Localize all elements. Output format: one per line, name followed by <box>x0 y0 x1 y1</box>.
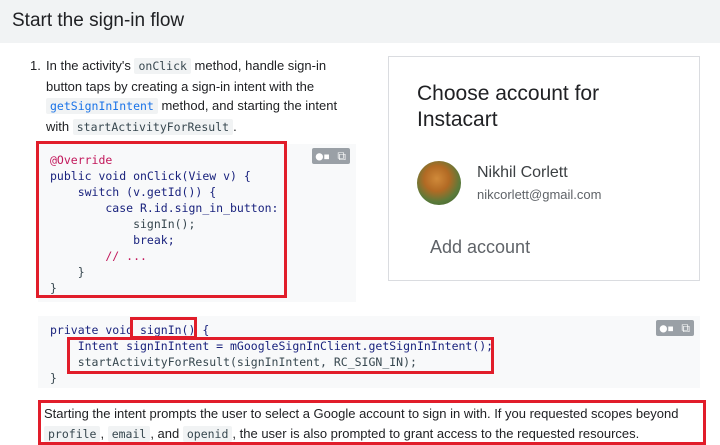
highlight-box-signin <box>130 317 197 339</box>
copy-icon[interactable]: ⧉ <box>337 149 346 163</box>
copy-icon[interactable]: ⧉ <box>681 321 690 335</box>
code-onclick: onClick <box>134 58 191 74</box>
account-email[interactable]: nikcorlett@gmail.com <box>477 187 601 202</box>
toggle-dark-icon[interactable]: ●▪ <box>660 321 674 335</box>
step-text: In the activity's onClick method, handle… <box>46 58 338 135</box>
avatar <box>417 161 461 205</box>
step-number: 1. <box>30 58 41 73</box>
toggle-dark-icon[interactable]: ●▪ <box>316 149 330 163</box>
section-heading: Start the sign-in flow <box>12 10 185 31</box>
card-title: Choose account for Instacart <box>417 82 600 131</box>
highlight-box-note <box>38 400 706 445</box>
code-startactivityforresult: startActivityForResult <box>72 118 234 135</box>
code-toolbar[interactable]: ●▪ ⧉ <box>655 320 694 336</box>
highlight-box-intent <box>67 337 494 374</box>
code-line: } <box>50 371 57 385</box>
highlight-box-onclick <box>36 141 287 298</box>
account-name[interactable]: Nikhil Corlett <box>477 164 568 182</box>
code-toolbar[interactable]: ●▪ ⧉ <box>311 148 350 164</box>
link-getsignintent[interactable]: getSignInIntent <box>46 98 158 114</box>
account-chooser-card: Choose account for Instacart Nikhil Corl… <box>388 56 700 281</box>
add-account-button[interactable]: Add account <box>430 237 530 258</box>
